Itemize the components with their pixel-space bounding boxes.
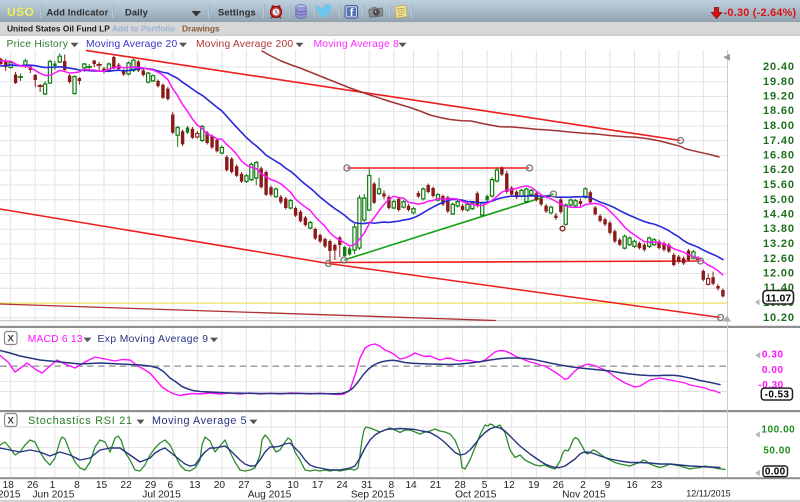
- svg-text:19: 19: [528, 480, 540, 491]
- svg-text:Moving Average 20: Moving Average 20: [86, 39, 177, 50]
- svg-text:Moving Average 5: Moving Average 5: [152, 415, 247, 427]
- svg-text:19.80: 19.80: [763, 76, 795, 88]
- svg-text:18.00: 18.00: [763, 120, 795, 132]
- svg-text:14.40: 14.40: [763, 209, 795, 221]
- svg-text:Nov 2015: Nov 2015: [562, 489, 606, 500]
- svg-text:2015: 2015: [0, 489, 21, 500]
- svg-text:USO: USO: [7, 5, 34, 19]
- svg-text:f: f: [350, 7, 354, 19]
- svg-text:Exp Moving Average 9: Exp Moving Average 9: [98, 334, 209, 345]
- svg-text:Drawings: Drawings: [182, 23, 220, 33]
- svg-text:-0.30 (-2.64%): -0.30 (-2.64%): [724, 7, 797, 19]
- svg-text:15: 15: [96, 480, 108, 491]
- svg-text:Settings: Settings: [218, 7, 256, 17]
- svg-text:20: 20: [214, 480, 226, 491]
- svg-text:12.00: 12.00: [763, 268, 795, 280]
- svg-text:X: X: [8, 416, 15, 427]
- svg-text:12: 12: [504, 480, 516, 491]
- svg-text:17: 17: [312, 480, 324, 491]
- svg-text:20.40: 20.40: [763, 61, 795, 73]
- svg-text:12/11/2015: 12/11/2015: [686, 488, 730, 498]
- svg-text:50.00: 50.00: [763, 445, 791, 456]
- svg-text:21: 21: [430, 480, 442, 491]
- svg-text:13.20: 13.20: [763, 238, 795, 250]
- svg-text:Stochastics RSI 21: Stochastics RSI 21: [28, 415, 133, 427]
- svg-text:Oct 2015: Oct 2015: [455, 489, 497, 500]
- svg-text:19.20: 19.20: [763, 91, 795, 103]
- svg-text:United States Oil Fund LP: United States Oil Fund LP: [7, 23, 110, 33]
- svg-text:18.60: 18.60: [763, 105, 795, 117]
- svg-text:100.00: 100.00: [761, 425, 795, 436]
- svg-text:Daily: Daily: [125, 7, 149, 17]
- svg-text:Jul 2015: Jul 2015: [142, 489, 181, 500]
- svg-text:14: 14: [405, 480, 417, 491]
- svg-text:8: 8: [74, 480, 80, 491]
- svg-text:Aug 2015: Aug 2015: [248, 489, 292, 500]
- svg-text:11.07: 11.07: [765, 292, 791, 304]
- svg-text:12.60: 12.60: [763, 253, 795, 265]
- svg-text:0.30: 0.30: [762, 350, 784, 361]
- svg-text:23: 23: [651, 480, 663, 491]
- svg-text:22: 22: [120, 480, 132, 491]
- svg-text:16.80: 16.80: [763, 150, 795, 162]
- svg-text:13: 13: [189, 480, 201, 491]
- svg-text:MACD 6 13: MACD 6 13: [28, 334, 83, 345]
- svg-text:16.20: 16.20: [763, 164, 795, 176]
- svg-text:Price History: Price History: [7, 39, 69, 50]
- svg-text:15.00: 15.00: [763, 194, 795, 206]
- svg-text:Moving Average 8: Moving Average 8: [314, 39, 400, 50]
- svg-text:0.00: 0.00: [762, 365, 784, 376]
- svg-text:Sep 2015: Sep 2015: [351, 489, 395, 500]
- svg-text:X: X: [8, 334, 15, 345]
- svg-text:Moving Average 200: Moving Average 200: [196, 39, 293, 50]
- svg-text:24: 24: [337, 480, 349, 491]
- svg-text:15.60: 15.60: [763, 179, 795, 191]
- svg-text:10.20: 10.20: [763, 312, 795, 324]
- svg-text:Add Indicator: Add Indicator: [47, 7, 109, 17]
- svg-text:17.40: 17.40: [763, 135, 795, 147]
- svg-text:Jun 2015: Jun 2015: [32, 489, 74, 500]
- svg-text:13.80: 13.80: [763, 223, 795, 235]
- svg-text:16: 16: [626, 480, 638, 491]
- svg-text:-0.53: -0.53: [765, 390, 790, 401]
- svg-text:Add to Portfolio: Add to Portfolio: [112, 23, 175, 33]
- svg-text:0.00: 0.00: [765, 467, 786, 478]
